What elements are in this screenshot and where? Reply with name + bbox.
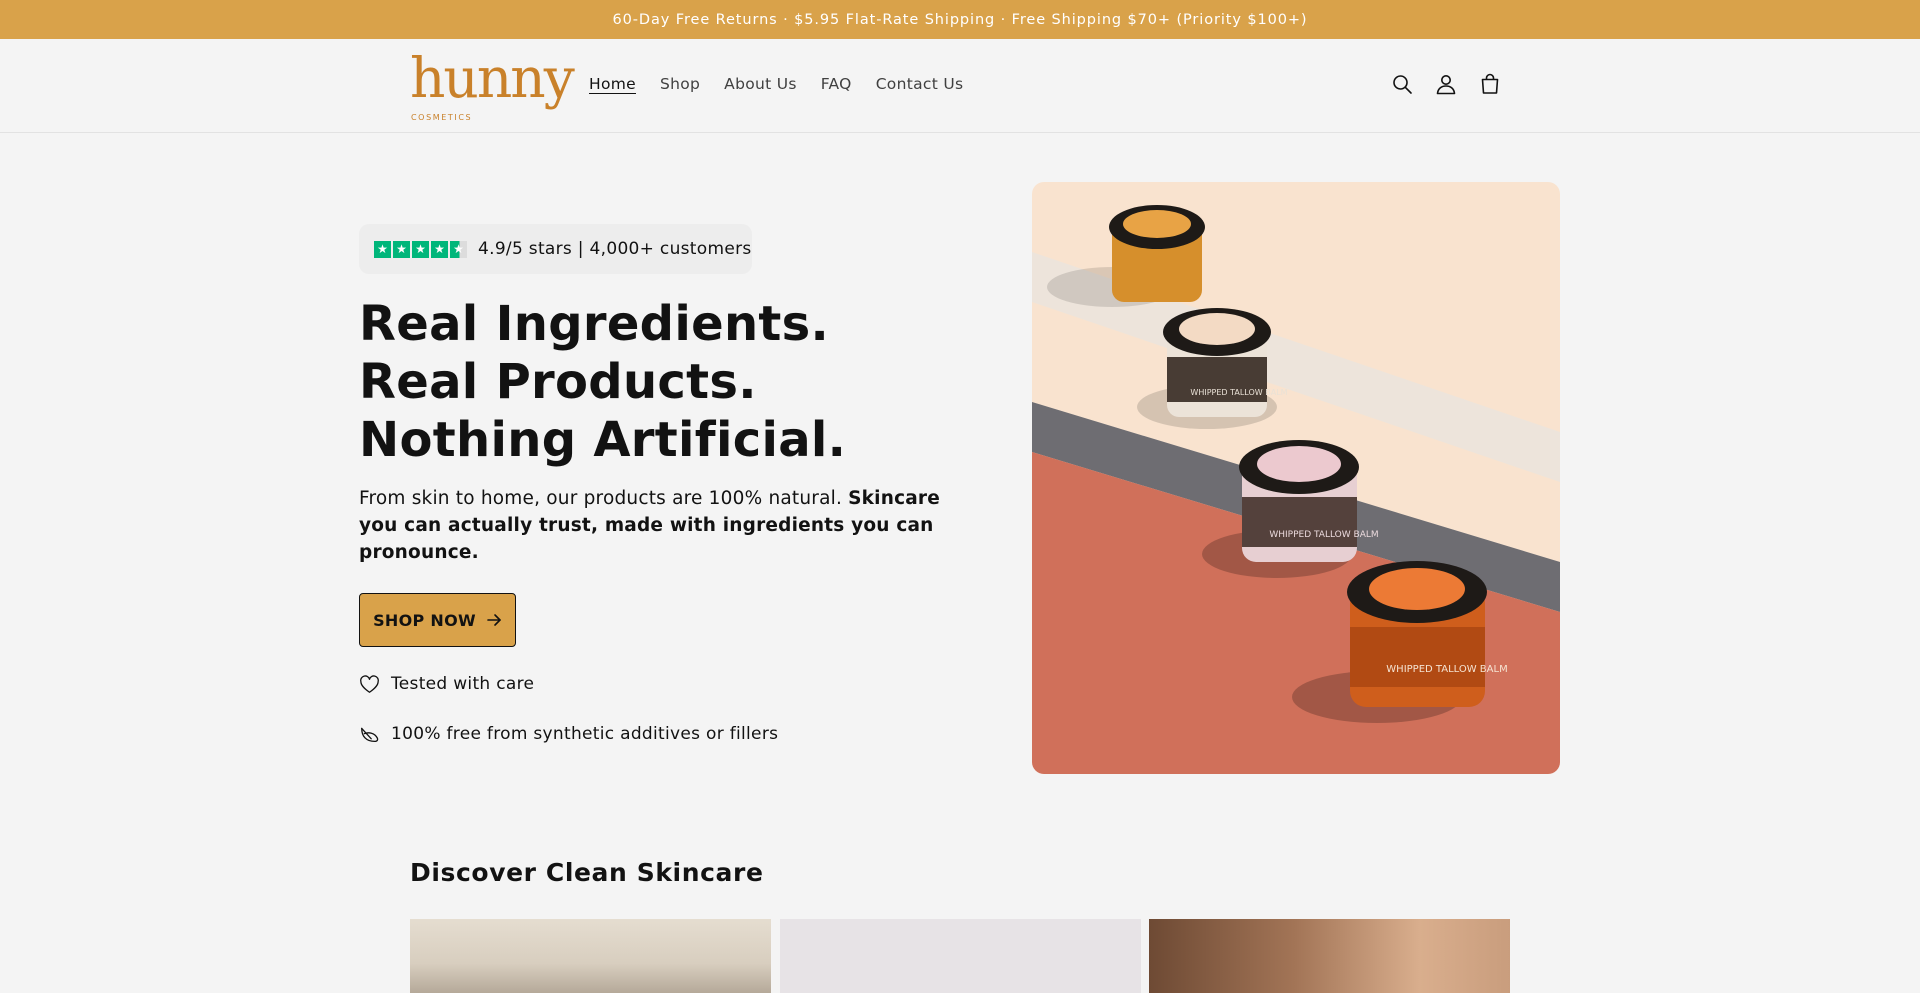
rating-badge: ★ ★ ★ ★ ★ 4.9/5 stars | 4,000+ customers (359, 224, 752, 274)
star-icon: ★ (431, 240, 448, 258)
hero-title: Real Ingredients. Real Products. Nothing… (359, 296, 847, 468)
shop-now-label: SHOP NOW (373, 610, 476, 630)
main-nav: Home Shop About Us FAQ Contact Us (589, 75, 963, 93)
logo-subtext: COSMETICS (411, 113, 473, 122)
feature-tested: Tested with care (359, 674, 534, 694)
nav-faq[interactable]: FAQ (821, 75, 852, 93)
logo[interactable]: hunny COSMETICS (408, 51, 575, 123)
jar-1 (1109, 205, 1205, 302)
collection-card[interactable] (410, 919, 771, 993)
star-icon: ★ (412, 240, 429, 258)
account-icon[interactable] (1434, 72, 1458, 96)
rating-text: 4.9/5 stars | 4,000+ customers (478, 239, 752, 259)
nav-shop[interactable]: Shop (660, 75, 700, 93)
announcement-bar: 60-Day Free Returns · $5.95 Flat-Rate Sh… (0, 0, 1920, 39)
product-photo: WHIPPED TALLOW BALM WHIPPED TALLOW BALM … (1032, 182, 1560, 774)
feature-text: Tested with care (391, 674, 535, 694)
logo-wordmark: hunny (410, 46, 575, 110)
jar-2-label: WHIPPED TALLOW BALM (1190, 388, 1287, 397)
nav-about-us[interactable]: About Us (724, 75, 797, 93)
heart-icon (360, 674, 379, 693)
hero-description: From skin to home, our products are 100%… (359, 485, 959, 566)
jar-3-label: WHIPPED TALLOW BALM (1269, 530, 1378, 540)
cart-icon[interactable] (1478, 72, 1502, 96)
star-icon: ★ (374, 240, 391, 258)
feature-text: 100% free from synthetic additives or fi… (391, 724, 779, 744)
header-icons (1390, 72, 1502, 96)
star-icon: ★ (393, 240, 410, 258)
jar-4: WHIPPED TALLOW BALM (1347, 561, 1508, 707)
search-icon[interactable] (1390, 72, 1414, 96)
nav-contact-us[interactable]: Contact Us (876, 75, 964, 93)
hero-product-image: WHIPPED TALLOW BALM WHIPPED TALLOW BALM … (1032, 182, 1560, 774)
hero-description-plain: From skin to home, our products are 100%… (359, 488, 849, 509)
arrow-right-icon (487, 614, 501, 626)
collection-card[interactable] (1149, 919, 1510, 993)
half-star-icon: ★ (450, 240, 467, 258)
star-rating: ★ ★ ★ ★ ★ (374, 240, 467, 258)
nav-home[interactable]: Home (589, 75, 636, 93)
jar-4-label: WHIPPED TALLOW BALM (1386, 664, 1507, 675)
collection-title: Discover Clean Skincare (410, 858, 764, 887)
site-header: hunny COSMETICS Home Shop About Us FAQ C… (0, 39, 1920, 133)
feature-natural: 100% free from synthetic additives or fi… (359, 724, 778, 744)
announcement-text: 60-Day Free Returns · $5.95 Flat-Rate Sh… (612, 11, 1308, 28)
shop-now-button[interactable]: SHOP NOW (359, 593, 516, 647)
collection-card[interactable] (780, 919, 1141, 993)
leaf-icon (361, 727, 379, 742)
